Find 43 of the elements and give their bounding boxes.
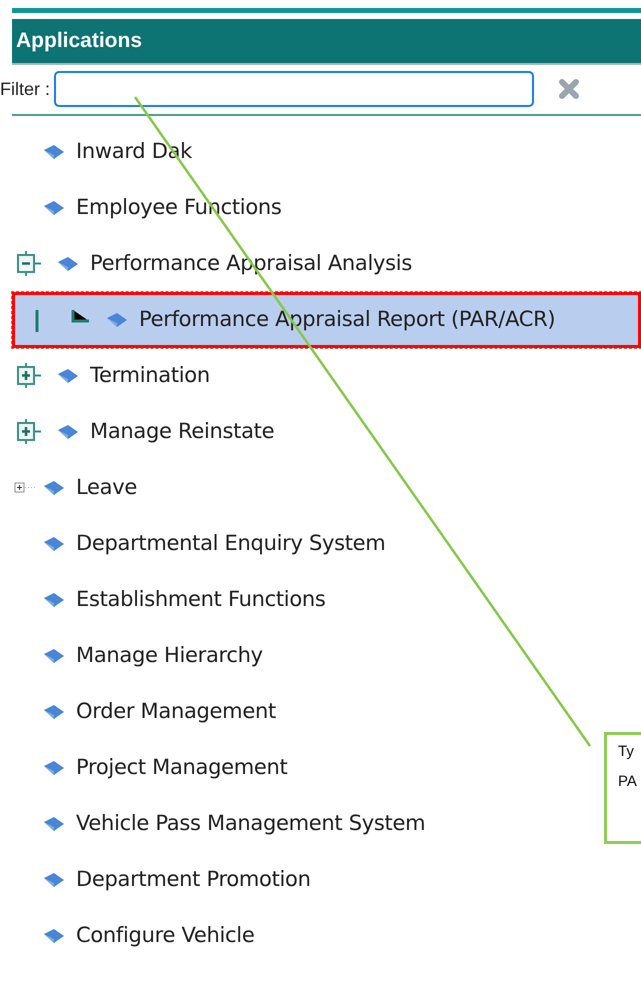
filter-label: Filter : [0, 78, 50, 100]
tree-item-label: Vehicle Pass Management System [76, 810, 426, 838]
app-cube-icon [42, 478, 66, 498]
app-cube-icon [42, 534, 66, 554]
tree-item-label: Establishment Functions [76, 586, 326, 614]
tree-item[interactable]: Project Management [12, 740, 294, 796]
tree-item[interactable]: Department Promotion [12, 852, 317, 908]
tree-item-label: Configure Vehicle [76, 922, 254, 950]
app-cube-icon [56, 422, 80, 442]
tree-item-label: Order Management [76, 698, 276, 726]
panel-title: Applications [16, 28, 142, 54]
tree-item-label: Termination [90, 362, 210, 390]
app-cube-icon [42, 590, 66, 610]
tree-item[interactable]: Order Management [12, 684, 282, 740]
tree-item[interactable]: Manage Hierarchy [12, 628, 269, 684]
tree-item-label: Project Management [76, 754, 288, 782]
app-cube-icon [42, 198, 66, 218]
tree-item-label: Manage Hierarchy [76, 642, 263, 670]
callout-text: Ty [618, 742, 635, 762]
app-cube-icon [56, 254, 80, 274]
callout-text: PA [618, 772, 638, 792]
app-cube-icon [42, 702, 66, 722]
filter-field[interactable] [54, 71, 534, 107]
tree-item[interactable]: Termination [12, 348, 216, 404]
app-cube-icon [42, 646, 66, 666]
tree-item[interactable]: Manage Reinstate [12, 404, 280, 460]
tree-item[interactable]: Vehicle Pass Management System [12, 796, 432, 852]
app-cube-icon [42, 758, 66, 778]
tree-item-label: Department Promotion [76, 866, 311, 894]
app-cube-icon [56, 366, 80, 386]
tree-item-label: Leave [76, 474, 137, 502]
tree-item-label: Manage Reinstate [90, 418, 274, 446]
expand-icon[interactable] [14, 481, 36, 495]
app-cube-icon [42, 870, 66, 890]
app-cube-icon [42, 142, 66, 162]
app-cube-icon [42, 926, 66, 946]
tree-item-label: Departmental Enquiry System [76, 530, 386, 558]
tree-item[interactable]: Leave [12, 460, 143, 516]
tree-item[interactable]: Departmental Enquiry System [12, 516, 392, 572]
tree-item[interactable]: Establishment Functions [12, 572, 332, 628]
app-cube-icon [105, 310, 129, 330]
tree-item[interactable]: Configure Vehicle [12, 908, 260, 964]
app-cube-icon [42, 814, 66, 834]
